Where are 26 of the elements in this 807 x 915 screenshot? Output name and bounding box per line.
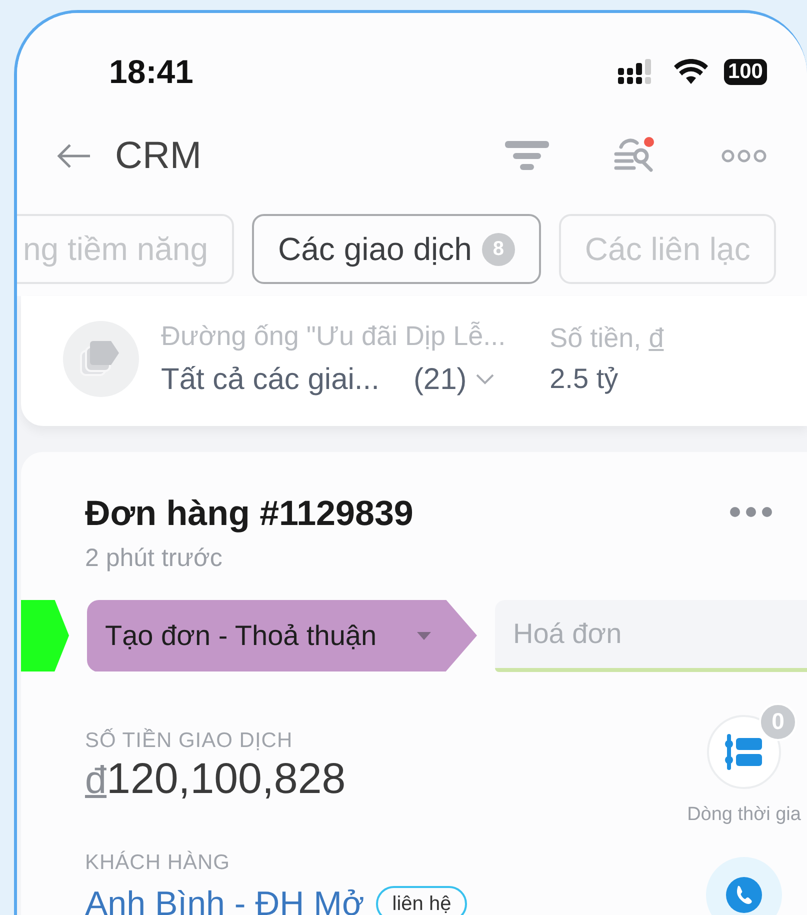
timeline-label: Dòng thời gia <box>687 802 801 826</box>
deal-amount-label: SỐ TIỀN GIAO DỊCH <box>85 727 294 754</box>
wifi-icon <box>674 58 708 84</box>
call-button[interactable] <box>706 857 782 915</box>
stage-filter-dropdown[interactable]: Tất cả các giai... (21) <box>161 356 506 402</box>
status-time: 18:41 <box>109 52 194 92</box>
deal-amount: đ120,100,828 <box>85 756 347 804</box>
deal-time: 2 phút trước <box>85 543 224 574</box>
pipeline-name: Đường ống "Ưu đãi Dịp Lễ... <box>161 320 506 353</box>
back-arrow-icon[interactable] <box>57 143 91 169</box>
more-icon[interactable] <box>721 149 767 163</box>
phone-icon <box>724 875 764 915</box>
battery-level: 100 <box>724 58 767 84</box>
current-stage-dropdown[interactable]: Tạo đơn - Thoả thuận <box>87 600 477 672</box>
contact-tag: liên hệ <box>376 886 468 915</box>
page-title: CRM <box>115 134 202 178</box>
total-amount: 2.5 tỷ <box>550 362 620 396</box>
chevron-down-icon <box>474 373 495 385</box>
more-icon[interactable] <box>729 506 773 518</box>
client-name[interactable]: Anh Bình - ĐH Mở <box>85 878 364 915</box>
amount-label: Số tiền, đ <box>550 322 664 354</box>
timeline-icon <box>724 734 764 770</box>
filter-icon[interactable] <box>505 139 549 173</box>
deal-title: Đơn hàng #1129839 <box>85 492 414 534</box>
caret-icon <box>416 632 431 640</box>
client-label: KHÁCH HÀNG <box>85 850 232 876</box>
